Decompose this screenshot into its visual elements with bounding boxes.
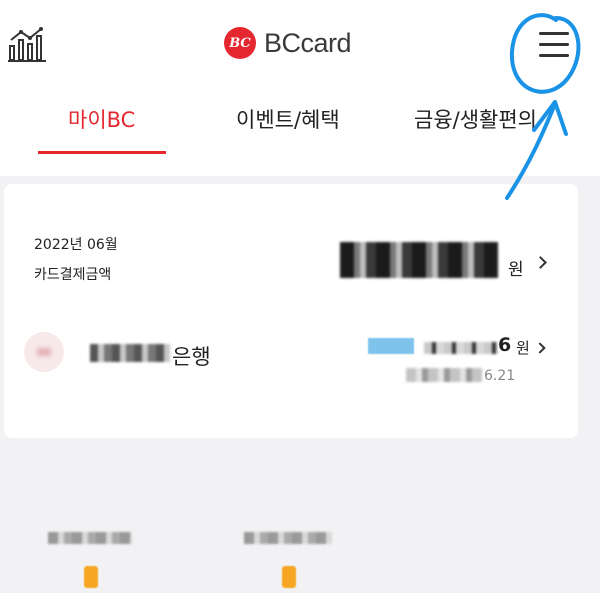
redacted-amount: [340, 242, 498, 278]
redacted-menu-label: [48, 532, 132, 544]
chevron-right-icon[interactable]: [534, 342, 546, 354]
redacted-payment-amount: [424, 342, 498, 354]
bank-name: 은행: [172, 345, 211, 369]
hamburger-menu-icon[interactable]: [536, 30, 574, 60]
app-header: BC BCcard 마이BC 이벤트/혜택 금융/생활편의: [0, 0, 600, 176]
bank-avatar: [24, 332, 64, 372]
payment-amount-tail: 6: [498, 334, 512, 356]
bc-logo-icon: BC: [224, 27, 256, 59]
tab-finance-life[interactable]: 금융/생활편의: [414, 104, 537, 134]
redacted-bank-name: [90, 344, 170, 362]
billing-period: 2022년 06월: [34, 237, 118, 253]
amount-unit: 원: [508, 260, 524, 280]
redacted-account-tag: [368, 338, 414, 354]
bar-chart-icon[interactable]: [8, 26, 48, 62]
payment-unit: 원: [516, 339, 530, 357]
logo-text: BCcard: [264, 27, 352, 58]
active-tab-indicator: [38, 151, 166, 154]
tab-events-benefits[interactable]: 이벤트/혜택: [236, 104, 340, 134]
payment-date-tail: 6.21: [484, 368, 516, 384]
tab-my-bc[interactable]: 마이BC: [68, 104, 135, 134]
chevron-right-icon[interactable]: [534, 256, 547, 269]
bccard-logo[interactable]: BC BCcard: [224, 27, 352, 59]
menu-item-icon[interactable]: [282, 566, 296, 588]
card-payment-label: 카드결제금액: [34, 267, 112, 283]
redacted-menu-label: [244, 532, 332, 544]
menu-item-icon[interactable]: [84, 566, 98, 588]
summary-card: 2022년 06월 카드결제금액 원 은행 6 원 6.21: [4, 184, 578, 438]
redacted-payment-date: [406, 368, 482, 382]
